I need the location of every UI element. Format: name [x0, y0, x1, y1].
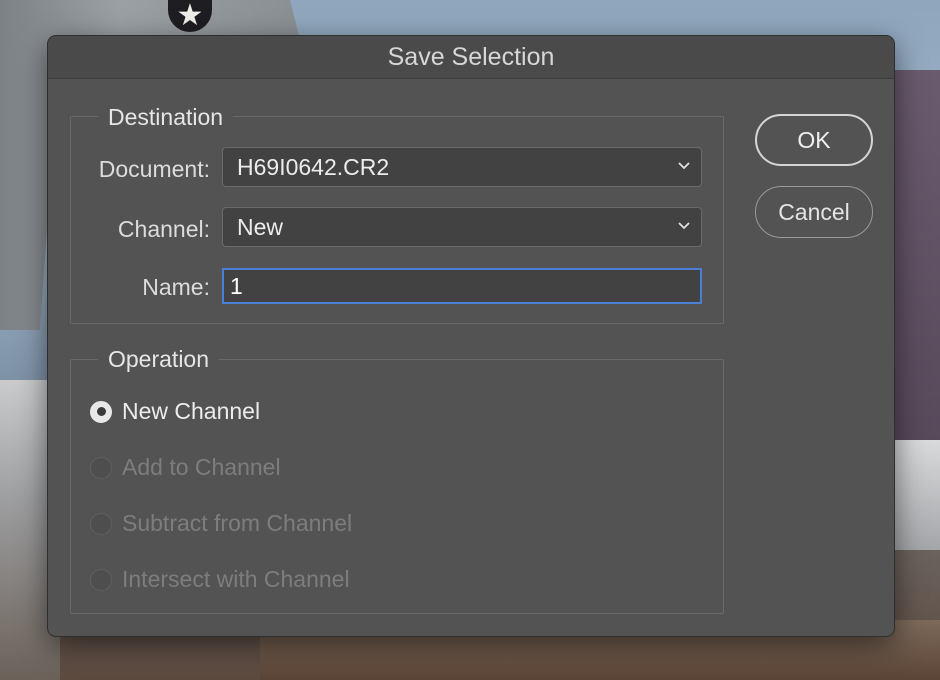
ok-button[interactable]: OK — [755, 114, 873, 166]
radio-intersect-with-channel: Intersect with Channel — [90, 566, 350, 593]
radio-new-channel[interactable]: New Channel — [90, 398, 260, 425]
channel-select-value: New — [237, 213, 284, 240]
radio-label: Subtract from Channel — [122, 510, 353, 536]
radio-unselected-icon — [90, 456, 112, 479]
radio-selected-icon — [90, 400, 112, 423]
radio-label: Intersect with Channel — [122, 566, 350, 592]
document-label: Document: — [98, 156, 210, 182]
operation-legend: Operation — [98, 345, 220, 373]
name-label: Name: — [142, 274, 210, 300]
destination-legend: Destination — [98, 103, 234, 131]
chevron-down-icon — [678, 162, 690, 170]
cancel-button[interactable]: Cancel — [755, 186, 873, 238]
background-aircraft-right — [890, 440, 940, 550]
radio-unselected-icon — [90, 512, 112, 535]
document-select-value: H69I0642.CR2 — [237, 153, 390, 180]
channel-select[interactable]: New — [222, 207, 702, 247]
radio-subtract-from-channel: Subtract from Channel — [90, 510, 352, 537]
name-input[interactable]: 1 — [222, 268, 702, 304]
channel-label: Channel: — [117, 216, 210, 242]
document-select[interactable]: H69I0642.CR2 — [222, 147, 702, 187]
radio-label: Add to Channel — [122, 454, 281, 480]
radio-label: New Channel — [122, 398, 261, 424]
save-selection-dialog: Save Selection Destination Document: H69… — [48, 36, 894, 636]
radio-add-to-channel: Add to Channel — [90, 454, 281, 481]
chevron-down-icon — [678, 222, 690, 230]
dialog-title: Save Selection — [48, 36, 894, 79]
radio-unselected-icon — [90, 568, 112, 591]
